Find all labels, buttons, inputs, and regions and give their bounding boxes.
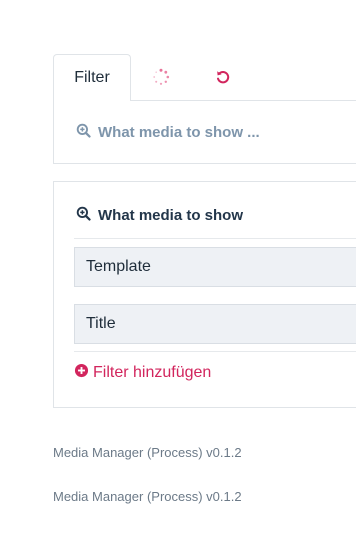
- filter-field-template[interactable]: Template: [74, 247, 356, 287]
- plus-circle-icon: [74, 363, 89, 383]
- divider: [74, 351, 356, 352]
- tab-filter-label: Filter: [74, 69, 110, 86]
- zoom-in-icon: [76, 123, 91, 142]
- expand-filter-toggle[interactable]: What media to show ...: [76, 123, 260, 142]
- collapsed-filter-label: What media to show ...: [98, 124, 260, 141]
- add-filter-button[interactable]: Filter hinzufügen: [74, 363, 211, 383]
- filter-field-title[interactable]: Title: [74, 304, 356, 344]
- collapsed-filter-panel: What media to show ...: [53, 100, 356, 164]
- filter-field-label: Title: [86, 315, 116, 332]
- add-filter-label: Filter hinzufügen: [93, 364, 212, 381]
- loading-spinner-icon[interactable]: [150, 66, 172, 88]
- tab-filter[interactable]: Filter: [53, 54, 131, 101]
- version-text: Media Manager (Process) v0.1.2: [53, 489, 242, 504]
- filter-panel-heading: What media to show: [76, 206, 243, 225]
- filter-field-label: Template: [86, 258, 151, 275]
- filter-panel: What media to show Template Title Filter…: [53, 181, 356, 408]
- filter-panel-title: What media to show: [98, 207, 244, 224]
- version-text: Media Manager (Process) v0.1.2: [53, 445, 242, 460]
- zoom-in-icon: [76, 206, 91, 225]
- divider: [74, 238, 356, 239]
- reset-icon[interactable]: [212, 66, 234, 88]
